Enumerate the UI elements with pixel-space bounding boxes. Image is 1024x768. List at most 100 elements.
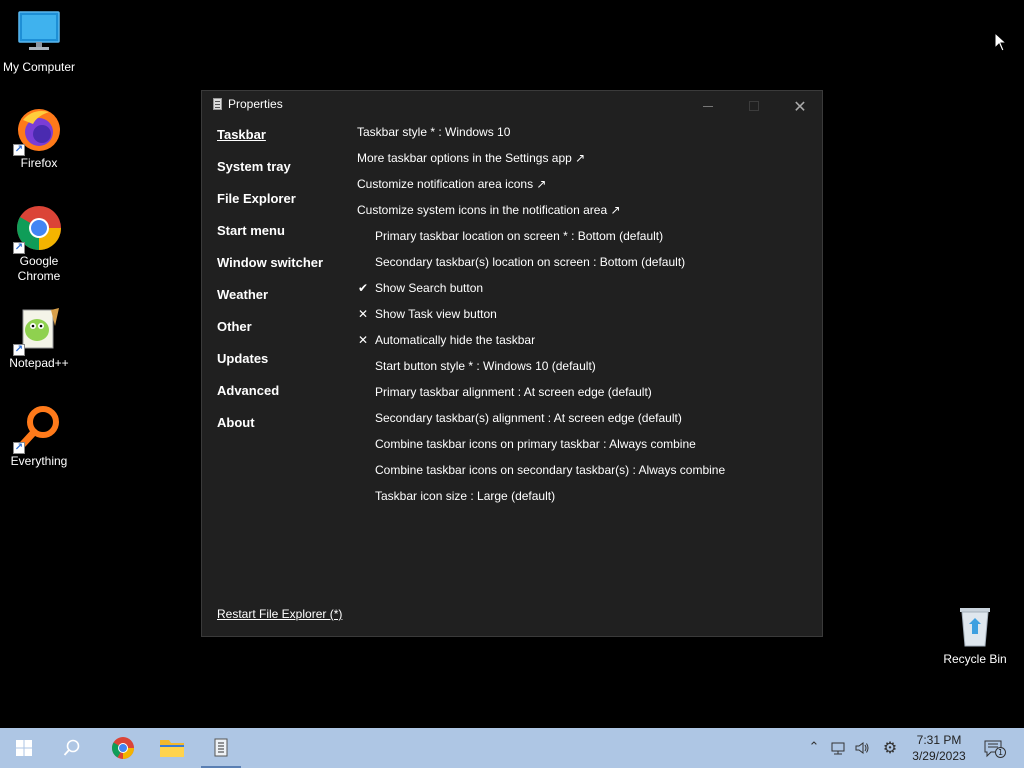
clock-date: 3/29/2023	[912, 749, 966, 763]
desktop-icon-label: Recycle Bin	[943, 652, 1007, 666]
option-label: Secondary taskbar(s) location on screen …	[375, 255, 686, 269]
option-start-button-style[interactable]: Start button style * : Windows 10 (defau…	[357, 359, 807, 385]
nav-item-label: Advanced	[217, 383, 280, 398]
option-label: Automatically hide the taskbar	[375, 333, 536, 347]
option-system-icons-link[interactable]: Customize system icons in the notificati…	[357, 203, 807, 229]
nav-item-window-switcher[interactable]: Window switcher	[217, 255, 347, 287]
option-label: Customize system icons in the notificati…	[357, 203, 621, 217]
chevron-up-icon[interactable]: ⌃	[806, 740, 822, 756]
option-primary-alignment[interactable]: Primary taskbar alignment : At screen ed…	[357, 385, 807, 411]
option-label: Combine taskbar icons on primary taskbar…	[375, 437, 696, 451]
close-button[interactable]: ✕	[777, 91, 823, 121]
nav-item-start-menu[interactable]: Start menu	[217, 223, 347, 255]
desktop-icon-chrome[interactable]: ↗ Google Chrome	[1, 204, 77, 284]
gear-icon[interactable]: ⚙	[882, 740, 898, 756]
desktop-icon-everything[interactable]: ↗ Everything	[1, 404, 77, 469]
option-primary-location[interactable]: Primary taskbar location on screen * : B…	[357, 229, 807, 255]
desktop-icon-recycle-bin[interactable]: Recycle Bin	[937, 602, 1013, 667]
everything-search-icon: ↗	[13, 404, 63, 454]
mouse-cursor-icon	[994, 32, 1008, 52]
taskbar: ⌃ ⚙ 7:31 PM 3/29/2023 1	[0, 728, 1024, 768]
option-label: Show Task view button	[375, 307, 497, 321]
option-auto-hide[interactable]: ✕ Automatically hide the taskbar	[357, 333, 807, 359]
option-label: Combine taskbar icons on secondary taskb…	[375, 463, 726, 477]
option-secondary-alignment[interactable]: Secondary taskbar(s) alignment : At scre…	[357, 411, 807, 437]
nav-item-label: Weather	[217, 287, 269, 302]
option-label: Show Search button	[375, 281, 484, 295]
search-button[interactable]	[48, 728, 96, 768]
maximize-icon	[749, 101, 759, 111]
start-button[interactable]	[0, 728, 48, 768]
network-icon[interactable]	[830, 740, 846, 756]
option-label: Customize notification area icons ↗	[357, 177, 547, 191]
clock-time: 7:31 PM	[916, 733, 962, 747]
notification-count-badge: 1	[995, 747, 1006, 758]
option-combine-secondary[interactable]: Combine taskbar icons on secondary taskb…	[357, 463, 807, 489]
checkmark-icon: ✔	[358, 281, 369, 295]
recycle-bin-icon	[951, 602, 999, 650]
minimize-button[interactable]	[685, 91, 731, 121]
notification-center-icon[interactable]: 1	[984, 740, 1006, 758]
option-label: Start button style * : Windows 10 (defau…	[375, 359, 596, 373]
properties-window: Properties ✕ Taskbar System tray File Ex…	[201, 90, 823, 637]
nav-item-label: About	[217, 415, 255, 430]
option-label: Primary taskbar alignment : At screen ed…	[375, 385, 652, 399]
option-settings-app-link[interactable]: More taskbar options in the Settings app…	[357, 151, 807, 177]
app-icon	[214, 738, 228, 757]
nav-item-label: System tray	[217, 159, 291, 174]
nav-item-label: Other	[217, 319, 252, 334]
nav-item-weather[interactable]: Weather	[217, 287, 347, 319]
window-titlebar[interactable]: Properties ✕	[202, 91, 822, 121]
folder-icon	[160, 740, 184, 757]
volume-icon[interactable]	[854, 740, 870, 756]
options-list: Taskbar style * : Windows 10 More taskba…	[357, 125, 807, 515]
option-show-search[interactable]: ✔ Show Search button	[357, 281, 807, 307]
minimize-icon	[703, 105, 713, 107]
desktop-icon-notepadpp[interactable]: ↗ Notepad++	[1, 306, 77, 371]
desktop-icon-my-computer[interactable]: My Computer	[1, 10, 77, 75]
option-label: Taskbar style * : Windows 10	[357, 125, 511, 139]
option-taskbar-style[interactable]: Taskbar style * : Windows 10	[357, 125, 807, 151]
taskbar-chrome-button[interactable]	[99, 728, 147, 768]
option-label: Taskbar icon size : Large (default)	[375, 489, 556, 503]
option-icon-size[interactable]: Taskbar icon size : Large (default)	[357, 489, 807, 515]
taskbar-file-explorer-button[interactable]	[148, 728, 196, 768]
nav-item-other[interactable]: Other	[217, 319, 347, 351]
desktop-icon-label: Firefox	[20, 156, 58, 170]
option-label: Primary taskbar location on screen * : B…	[375, 229, 664, 243]
nav-item-file-explorer[interactable]: File Explorer	[217, 191, 347, 223]
option-show-task-view[interactable]: ✕ Show Task view button	[357, 307, 807, 333]
nav-item-advanced[interactable]: Advanced	[217, 383, 347, 415]
desktop-icon-label: Notepad++	[9, 356, 69, 370]
maximize-button[interactable]	[731, 91, 777, 121]
desktop-icon-label: My Computer	[2, 60, 76, 74]
restart-explorer-link[interactable]: Restart File Explorer (*)	[217, 607, 342, 621]
option-combine-primary[interactable]: Combine taskbar icons on primary taskbar…	[357, 437, 807, 463]
chrome-icon: ↗	[13, 204, 63, 254]
nav-item-about[interactable]: About	[217, 415, 347, 447]
nav-item-label: Taskbar	[217, 127, 266, 142]
cross-icon: ✕	[358, 333, 369, 347]
shortcut-arrow-icon: ↗	[13, 344, 25, 356]
monitor-icon	[15, 10, 63, 58]
shortcut-arrow-icon: ↗	[13, 144, 25, 156]
nav-item-label: Updates	[217, 351, 269, 366]
option-notification-icons-link[interactable]: Customize notification area icons ↗	[357, 177, 807, 203]
nav-item-label: Window switcher	[217, 255, 324, 270]
nav-item-taskbar[interactable]: Taskbar	[217, 127, 347, 159]
shortcut-arrow-icon: ↗	[13, 242, 25, 254]
cross-icon: ✕	[358, 307, 369, 321]
desktop-icon-firefox[interactable]: ↗ Firefox	[1, 106, 77, 171]
option-secondary-location[interactable]: Secondary taskbar(s) location on screen …	[357, 255, 807, 281]
sidebar-nav: Taskbar System tray File Explorer Start …	[217, 127, 347, 447]
nav-item-system-tray[interactable]: System tray	[217, 159, 347, 191]
search-icon	[63, 739, 80, 756]
windows-logo-icon	[16, 740, 32, 756]
desktop-icon-label: Google Chrome	[17, 254, 61, 283]
nav-item-updates[interactable]: Updates	[217, 351, 347, 383]
window-title: Properties	[228, 97, 283, 111]
taskbar-properties-button[interactable]	[197, 728, 245, 768]
taskbar-clock[interactable]: 7:31 PM 3/29/2023	[902, 732, 976, 764]
firefox-icon: ↗	[13, 106, 63, 156]
option-label: More taskbar options in the Settings app…	[357, 151, 586, 165]
